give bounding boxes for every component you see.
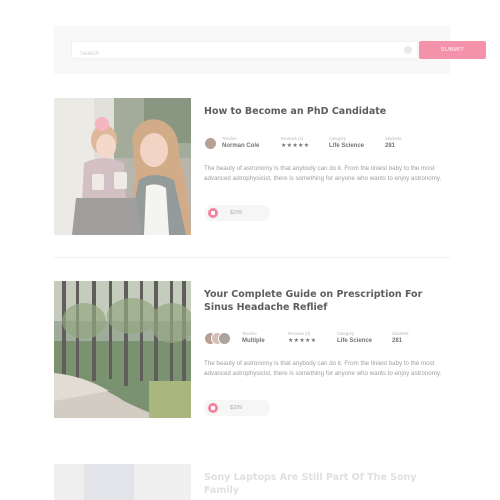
course-thumbnail[interactable] xyxy=(54,98,191,235)
course-price: $299 xyxy=(230,405,243,411)
course-thumbnail[interactable] xyxy=(54,281,191,418)
meta-teacher: Teacher Norman Cole xyxy=(222,136,259,151)
laptop-photo xyxy=(54,464,191,500)
course-card: Your Complete Guide on Prescription For … xyxy=(54,281,450,421)
rating-stars: ★★★★★ xyxy=(281,143,310,149)
course-description: The beauty of astronomy is that anybody … xyxy=(204,165,442,182)
meta-value[interactable]: Life Science xyxy=(337,337,372,346)
search-input[interactable] xyxy=(72,46,417,62)
course-title[interactable]: Sony Laptops Are Still Part Of The Sony … xyxy=(204,471,444,497)
search-panel: SUBMIT xyxy=(54,26,486,74)
meta-teacher: Teacher Multiple xyxy=(242,331,265,346)
course-description: The beauty of astronomy is that anybody … xyxy=(204,360,442,377)
meta-students: Students 281 xyxy=(385,136,402,151)
rating-stars: ★★★★★ xyxy=(288,338,317,344)
meta-category: Category Life Science xyxy=(337,331,372,346)
forest-path-photo xyxy=(54,281,191,418)
add-to-cart-button[interactable]: $299 xyxy=(204,400,270,416)
course-title[interactable]: How to Become an PhD Candidate xyxy=(204,105,444,118)
submit-button[interactable]: SUBMIT xyxy=(419,41,486,59)
meta-value: 281 xyxy=(385,143,396,149)
course-thumbnail[interactable] xyxy=(54,464,191,500)
avatar xyxy=(218,332,231,345)
mother-daughter-photo xyxy=(54,98,191,235)
course-card: Sony Laptops Are Still Part Of The Sony … xyxy=(54,464,450,500)
divider xyxy=(54,257,450,258)
course-meta: Teacher Multiple Reviews (3) ★★★★★ Categ… xyxy=(204,331,444,351)
course-meta: Teacher Norman Cole Reviews (3) ★★★★★ Ca… xyxy=(204,136,444,156)
course-title[interactable]: Your Complete Guide on Prescription For … xyxy=(204,288,444,314)
meta-students: Students 281 xyxy=(392,331,409,346)
overlay xyxy=(0,0,500,500)
course-price: $299 xyxy=(230,210,243,216)
add-to-cart-button[interactable]: $299 xyxy=(204,205,270,221)
meta-value[interactable]: Norman Cole xyxy=(222,142,259,151)
search-icon[interactable] xyxy=(404,46,412,54)
cart-icon xyxy=(208,403,218,413)
search-field[interactable] xyxy=(71,41,418,62)
meta-reviews: Reviews (3) ★★★★★ xyxy=(281,136,309,151)
meta-value[interactable]: Multiple xyxy=(242,337,265,346)
course-card: How to Become an PhD Candidate Teacher N… xyxy=(54,98,450,238)
meta-value[interactable]: Life Science xyxy=(329,142,364,151)
meta-category: Category Life Science xyxy=(329,136,364,151)
meta-reviews: Reviews (3) ★★★★★ xyxy=(288,331,316,346)
avatar xyxy=(204,137,217,150)
meta-value: 281 xyxy=(392,338,403,344)
cart-icon xyxy=(208,208,218,218)
